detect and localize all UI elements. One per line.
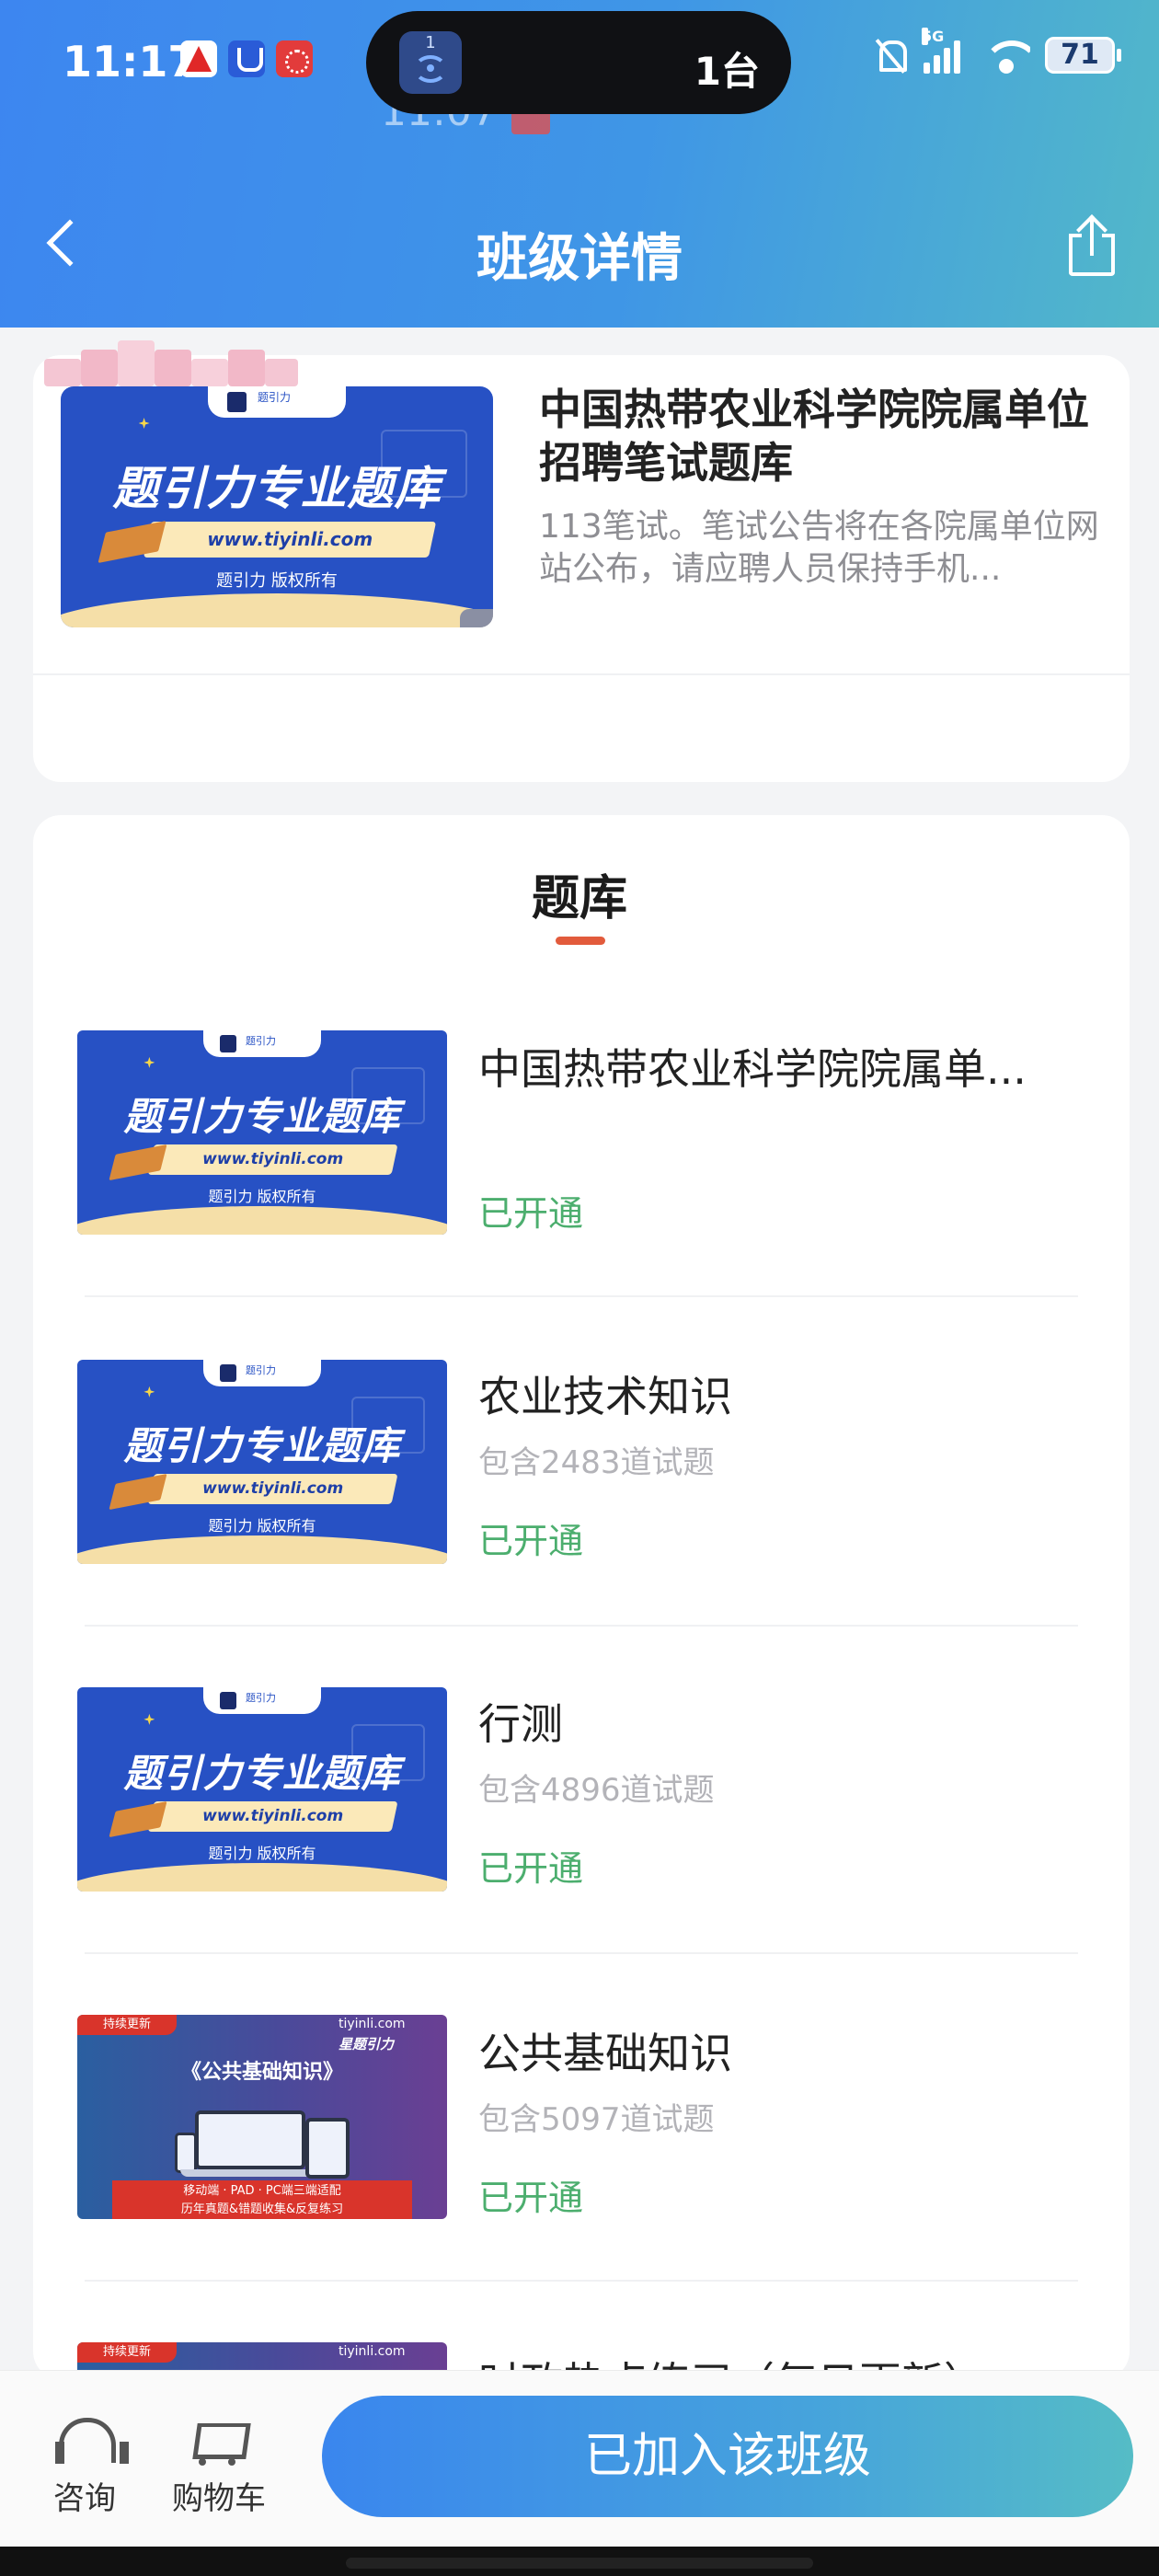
bank-title[interactable]: 中国热带农业科学院院属单...: [478, 1036, 1067, 1097]
app-notification-icon: [228, 40, 265, 77]
cover-rights: 题引力 版权所有: [216, 570, 338, 591]
bank-cover-image[interactable]: 持续更新 tiyinli.com 星题引力 《公共基础知识》 移动端 · PAD…: [77, 2015, 447, 2219]
bank-title[interactable]: 公共基础知识: [478, 2020, 1067, 2081]
divider: [85, 2280, 1078, 2282]
consult-button[interactable]: 咨询: [29, 2412, 140, 2518]
divider: [33, 673, 1130, 675]
mute-icon: [872, 37, 909, 74]
signal-icon: 5G: [922, 28, 968, 74]
bank-cover-image[interactable]: 题引力 题引力专业题库 www.tiyinli.com 题引力 版权所有: [77, 1030, 447, 1235]
section-underline: [556, 937, 605, 945]
island-text: 1台: [694, 49, 760, 94]
wifi-icon: [982, 37, 1030, 74]
notification-icons: [180, 40, 313, 77]
consult-label: 咨询: [53, 2480, 116, 2517]
joined-class-button[interactable]: 已加入该班级: [322, 2396, 1133, 2517]
class-description: 113笔试。笔试公告将在各院属单位网站公布，请应聘人员保持手机...: [539, 508, 1099, 588]
bank-status: 已开通: [478, 2178, 584, 2218]
home-indicator[interactable]: [346, 2558, 813, 2569]
share-icon[interactable]: [1069, 214, 1115, 276]
system-icons: 5G 71: [872, 28, 1121, 74]
status-time: 11:17: [63, 37, 198, 86]
bank-title[interactable]: 行测: [478, 1691, 1067, 1752]
app-notification-icon: [180, 40, 217, 77]
bank-status: 已开通: [478, 1193, 584, 1234]
bank-cover-image[interactable]: 题引力 题引力专业题库 www.tiyinli.com 题引力 版权所有: [77, 1687, 447, 1892]
bank-status: 已开通: [478, 1848, 584, 1889]
dynamic-island[interactable]: 1 1台: [366, 11, 791, 114]
battery-icon: 71: [1045, 37, 1121, 74]
bank-title[interactable]: 农业技术知识: [478, 1363, 1067, 1424]
section-title: 题库: [531, 871, 627, 926]
bank-count: 包含2483道试题: [478, 1444, 715, 1481]
headset-icon: [29, 2412, 140, 2473]
cart-icon: [164, 2412, 274, 2473]
cart-label: 购物车: [172, 2480, 266, 2517]
page-title: 班级详情: [476, 229, 683, 289]
broadcast-icon: 1: [399, 31, 462, 94]
bank-cover-image[interactable]: 题引力 题引力专业题库 www.tiyinli.com 题引力 版权所有: [77, 1360, 447, 1564]
divider: [85, 1625, 1078, 1627]
bank-status: 已开通: [478, 1521, 584, 1561]
cover-url: www.tiyinli.com: [207, 527, 373, 550]
divider: [85, 1295, 1078, 1297]
cart-button[interactable]: 购物车: [164, 2412, 274, 2518]
cover-headline: 题引力专业题库: [112, 461, 442, 515]
bank-count: 包含4896道试题: [478, 1772, 715, 1809]
bank-count: 包含5097道试题: [478, 2101, 715, 2138]
status-bar: 11:17 11:07 1 1台 5G 71: [0, 0, 1159, 135]
divider: [85, 1952, 1078, 1954]
class-title: 中国热带农业科学院院属单位招聘笔试题库: [539, 385, 1089, 488]
app-notification-icon: [276, 40, 313, 77]
class-cover-image: 题引力 题引力专业题库 www.tiyinli.com 题引力 版权所有: [61, 386, 493, 627]
